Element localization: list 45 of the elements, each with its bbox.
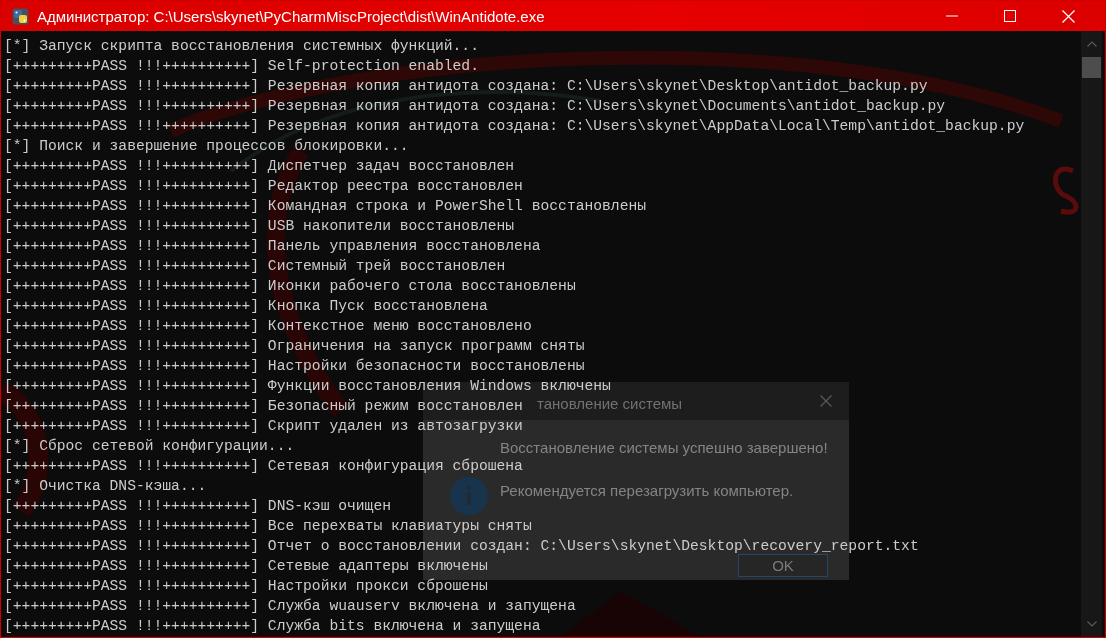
console-line: [+++++++++PASS !!!++++++++++] Скрипт удален из автозагрузки [4, 417, 523, 436]
console-line: [+++++++++PASS !!!++++++++++] Кнопка Пуск восстановлена [4, 297, 488, 316]
console-line: [+++++++++PASS !!!++++++++++] Служба wuauserv включена и запущена [4, 597, 576, 616]
window-title: Администратор: C:\Users\skynet\PyCharmMiscProject\dist\WinAntidote.exe [37, 7, 545, 25]
console-line: [+++++++++PASS !!!++++++++++] Настройки прокси сброшены [4, 577, 488, 596]
close-icon [1061, 9, 1075, 23]
console-line: [*] Сброс сетевой конфигурации... [4, 437, 295, 456]
console-line: [*] Запуск скрипта восстановления системных функций... [4, 37, 479, 56]
minimize-icon [946, 15, 958, 17]
console-line: [*] Очистка DNS-кэша... [4, 477, 207, 496]
console-line: [+++++++++PASS !!!++++++++++] Ограничения на запуск программ сняты [4, 337, 585, 356]
scrollbar[interactable] [1081, 31, 1102, 637]
console-line: [+++++++++PASS !!!++++++++++] Служба bits включена и запущена [4, 617, 541, 636]
console-line: [+++++++++PASS !!!++++++++++] Self-protection enabled. [4, 57, 479, 76]
console-line: [+++++++++PASS !!!++++++++++] Диспетчер задач восстановлен [4, 157, 515, 176]
console-line: [+++++++++PASS !!!++++++++++] Резервная копия антидота создана: C:\Users\skynet\Documents\antidot_backup.py [4, 97, 946, 116]
console-line: [+++++++++PASS !!!++++++++++] Иконки рабочего стола восстановлены [4, 277, 576, 296]
console-line: [+++++++++PASS !!!++++++++++] Резервная копия антидота создана: C:\Users\skynet\AppData\Local\Temp\antidot_backup.py [4, 117, 1025, 136]
console-line: [+++++++++PASS !!!++++++++++] Командная строка и PowerShell восстановлены [4, 197, 647, 216]
console-line: [+++++++++PASS !!!++++++++++] Панель управления восстановлена [4, 237, 541, 256]
console-line: [+++++++++PASS !!!++++++++++] Сетевая конфигурация сброшена [4, 457, 523, 476]
app-icon [12, 7, 29, 25]
console-line: [+++++++++PASS !!!++++++++++] Отчет о восстановлении создан: C:\Users\skynet\Desktop\recovery_report.txt [4, 537, 919, 556]
console-line: [+++++++++PASS !!!++++++++++] Контекстное меню восстановлено [4, 317, 532, 336]
console-line: [+++++++++PASS !!!++++++++++] Редактор реестра восстановлен [4, 177, 523, 196]
console-line: [+++++++++PASS !!!++++++++++] Функции восстановления Windows включены [4, 377, 611, 396]
dialog-title: тановление системы [537, 396, 683, 411]
console-line: [+++++++++PASS !!!++++++++++] Безопасный режим восстановлен [4, 397, 523, 416]
close-icon[interactable] [820, 395, 832, 407]
console-line: [+++++++++PASS !!!++++++++++] Сетевые адаптеры включены [4, 557, 488, 576]
dialog-message: Восстановление системы успешно завершено! [500, 439, 828, 457]
chevron-down-icon[interactable] [1086, 621, 1097, 627]
console-line: [+++++++++PASS !!!++++++++++] DNS-кэш очищен [4, 497, 391, 516]
maximize-icon [1004, 10, 1016, 22]
info-icon [450, 477, 488, 515]
ok-button[interactable]: OK [738, 554, 828, 577]
console-line: [+++++++++PASS !!!++++++++++] Системный трей восстановлен [4, 257, 506, 276]
scrollbar-thumb[interactable] [1082, 57, 1101, 78]
console-line: [*] Поиск и завершение процессов блокировки... [4, 137, 409, 156]
dialog-message: Рекомендуется перезагрузить компьютер. [500, 482, 794, 500]
console-line: [+++++++++PASS !!!++++++++++] Настройки безопасности восстановлены [4, 357, 585, 376]
console-line: [+++++++++PASS !!!++++++++++] Резервная копия антидота создана: C:\Users\skynet\Desktop\antidot_backup.py [4, 77, 928, 96]
chevron-up-icon[interactable] [1086, 41, 1097, 47]
console-line: [+++++++++PASS !!!++++++++++] USB накопители восстановлены [4, 217, 515, 236]
console-line: [+++++++++PASS !!!++++++++++] Все перехваты клавиатуры сняты [4, 517, 532, 536]
